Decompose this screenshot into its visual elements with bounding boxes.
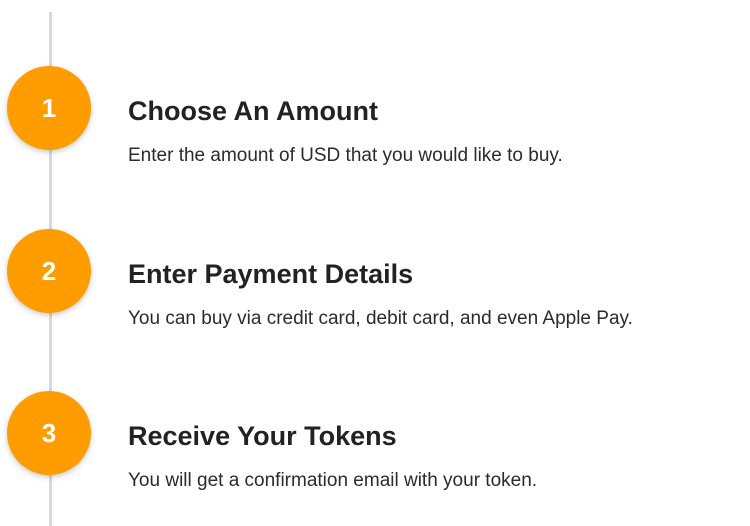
- step-description: You can buy via credit card, debit card,…: [128, 308, 633, 329]
- step-item: 2 Enter Payment Details You can buy via …: [0, 229, 750, 329]
- step-item: 1 Choose An Amount Enter the amount of U…: [0, 66, 750, 166]
- step-title: Enter Payment Details: [128, 259, 414, 289]
- step-title: Receive Your Tokens: [128, 421, 397, 451]
- step-title: Choose An Amount: [128, 96, 378, 126]
- step-description: Enter the amount of USD that you would l…: [128, 145, 563, 166]
- purchase-steps-page: 1 Choose An Amount Enter the amount of U…: [0, 0, 750, 526]
- step-number-badge: 2: [7, 229, 91, 313]
- step-number-badge: 1: [7, 66, 91, 150]
- step-number-badge: 3: [7, 391, 91, 475]
- step-description: You will get a confirmation email with y…: [128, 470, 538, 491]
- step-item: 3 Receive Your Tokens You will get a con…: [0, 391, 750, 491]
